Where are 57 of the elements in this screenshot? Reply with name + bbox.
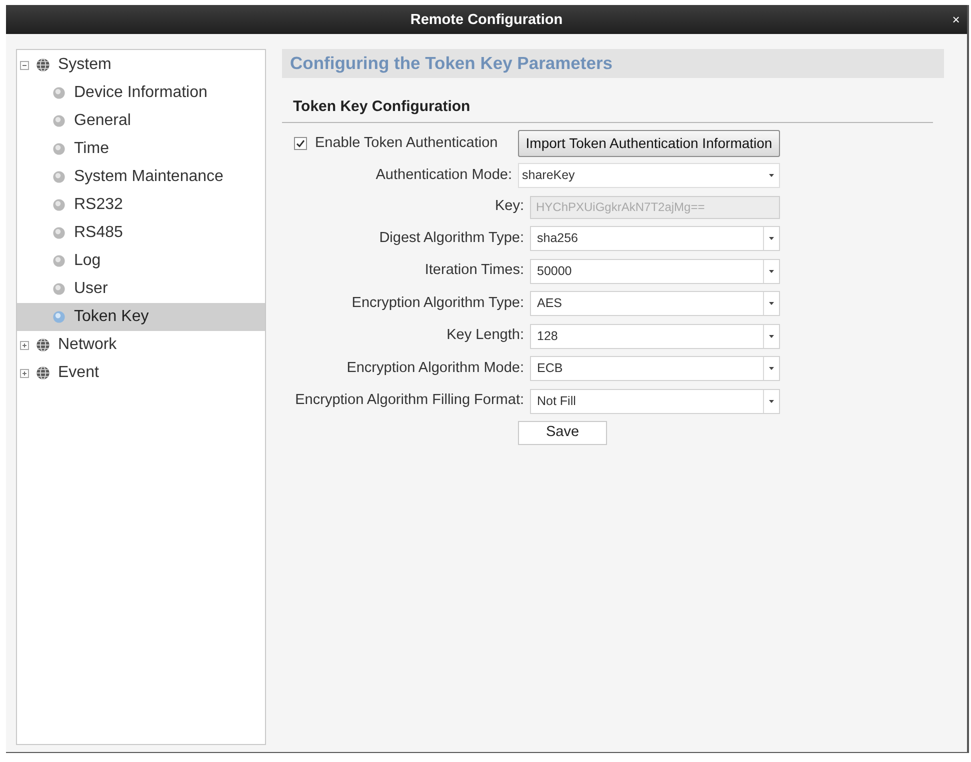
field-label: Encryption Algorithm Filling Format:	[295, 391, 524, 410]
tree-item[interactable]: RS485	[17, 219, 125, 247]
dropdown[interactable]: 50000	[530, 258, 780, 284]
dropdown[interactable]: sha256	[530, 226, 780, 251]
expand-icon[interactable]	[20, 368, 29, 378]
sphere-icon	[53, 87, 65, 99]
window-title: Remote Configuration	[410, 10, 563, 28]
dropdown[interactable]: shareKey	[518, 163, 780, 188]
collapse-icon[interactable]	[20, 60, 29, 70]
save-button[interactable]: Save	[518, 421, 607, 445]
sphere-icon	[53, 311, 65, 323]
field-label: Key Length:	[446, 326, 524, 346]
expand-icon[interactable]	[20, 340, 29, 350]
field-label: Digest Algorithm Type:	[379, 228, 524, 248]
dropdown[interactable]: 128	[530, 324, 780, 348]
checkbox[interactable]	[294, 137, 307, 150]
field-label: Encryption Algorithm Type:	[352, 294, 524, 313]
import-button[interactable]: Import Token Authentication Information	[518, 130, 780, 157]
caret-icon	[769, 400, 774, 402]
field-label: Key:	[494, 197, 524, 216]
caret-icon	[769, 334, 774, 338]
globe-icon	[36, 366, 50, 380]
sphere-icon	[53, 143, 65, 155]
globe-icon	[36, 58, 50, 72]
tree-item[interactable]: Token Key	[17, 303, 265, 331]
section-title: Token Key Configuration	[293, 98, 470, 116]
tree-item[interactable]: General	[17, 107, 133, 135]
tree-item[interactable]: Time	[17, 135, 111, 163]
close-button[interactable]: ×	[950, 12, 962, 26]
sphere-icon	[53, 115, 65, 127]
caret-icon	[768, 174, 774, 177]
tree-item[interactable]: Event	[17, 359, 101, 387]
caret-icon	[769, 237, 774, 240]
sphere-icon	[53, 283, 65, 295]
tree-item[interactable]: System Maintenance	[17, 163, 226, 191]
field-label: Iteration Times:	[424, 261, 524, 280]
tree-item[interactable]: System	[17, 51, 114, 79]
caret-icon	[769, 367, 774, 370]
field-label: Authentication Mode:	[376, 166, 512, 185]
sphere-icon	[53, 227, 65, 239]
globe-icon	[36, 338, 50, 352]
dropdown[interactable]: AES	[530, 291, 780, 316]
sphere-icon	[53, 255, 65, 267]
tree-item[interactable]: Device Information	[17, 79, 210, 107]
checkbox-label: Enable Token Authentication	[315, 134, 498, 153]
sphere-icon	[53, 199, 65, 211]
tree-item[interactable]: RS232	[17, 191, 125, 219]
dropdown[interactable]: Not Fill	[530, 388, 780, 414]
tree-item[interactable]: Network	[17, 331, 119, 359]
caret-icon	[769, 270, 774, 272]
dropdown[interactable]: ECB	[530, 356, 780, 381]
tree-item[interactable]: User	[17, 275, 110, 303]
field-label: Encryption Algorithm Mode:	[346, 358, 524, 378]
caret-icon	[769, 302, 774, 305]
sphere-icon	[53, 171, 65, 183]
tree-item[interactable]: Log	[17, 247, 103, 275]
page-title: Configuring the Token Key Parameters	[282, 49, 944, 78]
